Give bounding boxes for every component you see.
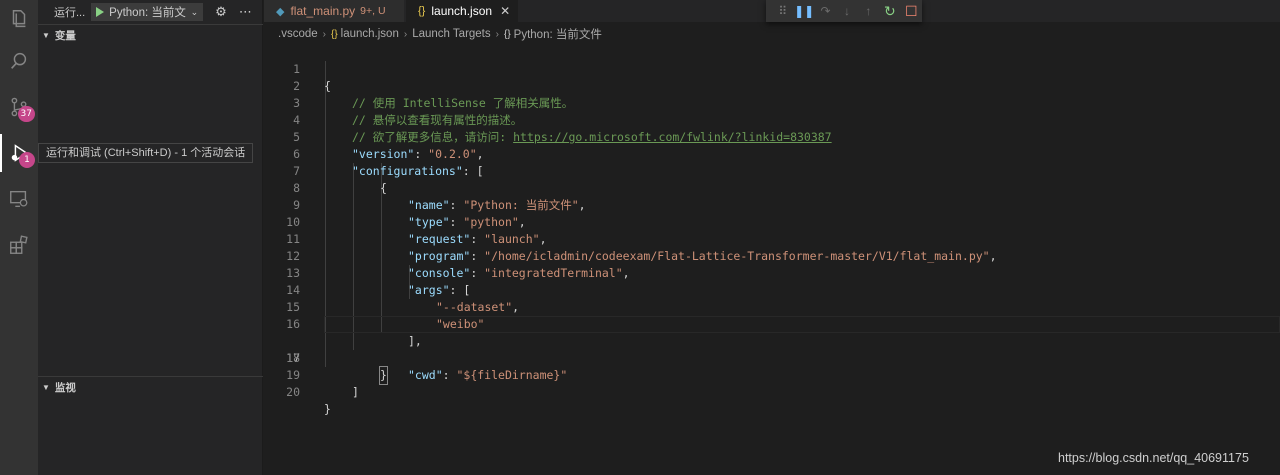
code-line: 19 ] [264, 350, 1280, 399]
scm-badge: 37 [17, 106, 35, 122]
code-line: 20 } [264, 367, 1280, 416]
breadcrumb-item[interactable]: .vscode [278, 28, 318, 40]
extensions-icon [10, 235, 28, 254]
code-line: 2 // 使用 IntelliSense 了解相关属性。 [264, 61, 1280, 110]
remote-explorer-button[interactable] [0, 180, 38, 218]
breadcrumb-item[interactable]: Launch Targets [412, 28, 490, 40]
pause-icon[interactable]: ❚❚ [793, 4, 814, 18]
start-debugging-icon[interactable] [96, 7, 105, 17]
gear-icon[interactable]: ⚙ [215, 4, 227, 20]
run-debug-button[interactable]: 1 [0, 134, 38, 172]
json-file-icon: {} [330, 28, 338, 40]
debug-toolbar: ⠿ ❚❚ ↷ ↓ ↑ ↻ ☐ [766, 0, 922, 22]
json-object-icon: {} [503, 28, 511, 40]
tab-launch-json[interactable]: {} launch.json ✕ [406, 0, 518, 22]
more-actions-icon[interactable]: ⋯ [239, 4, 252, 20]
debug-sidebar-header: 运行... Python: 当前文 ⌄ ⚙ ⋯ [38, 0, 263, 24]
code-line: 10 "request": "launch", [264, 197, 1280, 246]
breadcrumb-item[interactable]: Python: 当前文件 [514, 26, 602, 42]
code-line: 9 "type": "python", [264, 180, 1280, 229]
step-over-icon[interactable]: ↷ [815, 4, 836, 18]
tab-problem-status: 9+, U [360, 5, 386, 17]
run-debug-tooltip: 运行和调试 (Ctrl+Shift+D) - 1 个活动会话 [38, 143, 254, 163]
tab-flat-main[interactable]: ◆ flat_main.py 9+, U [264, 0, 404, 22]
code-editor[interactable]: 1 { 2 // 使用 IntelliSense 了解相关属性。 3 // 悬停… [264, 44, 1280, 475]
tab-label: launch.json [431, 4, 493, 18]
code-line: 13 "args": [ [264, 248, 1280, 297]
code-line-current: 17 "cwd": "${fileDirname}" [264, 316, 1280, 382]
watch-section-header[interactable]: ▼ 监视 [38, 376, 263, 398]
debug-badge: 1 [19, 152, 35, 168]
remote-monitor-icon [10, 190, 28, 208]
code-line: 18 } [264, 333, 1280, 385]
json-file-icon: {} [418, 5, 426, 17]
breadcrumb: .vscode › {} launch.json › Launch Target… [264, 24, 602, 44]
launch-config-select[interactable]: Python: 当前文 ⌄ [91, 3, 204, 21]
close-icon[interactable]: ✕ [500, 4, 510, 18]
variables-label: 变量 [54, 30, 76, 42]
restart-icon[interactable]: ↻ [879, 3, 900, 20]
launch-config-value: Python: 当前文 [109, 7, 186, 19]
watermark: https://blog.csdn.net/qq_40691175 [1058, 451, 1249, 465]
stop-icon[interactable]: ☐ [901, 3, 922, 20]
variables-section-header[interactable]: ▼ 变量 [38, 24, 263, 46]
code-line: 11 "program": "/home/icladmin/codeexam/F… [264, 214, 1280, 263]
step-into-icon[interactable]: ↓ [836, 4, 857, 18]
chevron-right-icon: › [495, 28, 499, 40]
chevron-down-icon: ⌄ [190, 6, 199, 17]
sidebar-title: 运行... [54, 7, 86, 19]
code-text: } [324, 402, 331, 416]
line-number: 20 [286, 385, 300, 399]
code-line: 5 "version": "0.2.0", [264, 112, 1280, 161]
tab-label: flat_main.py [290, 4, 356, 18]
step-out-icon[interactable]: ↑ [858, 4, 879, 18]
code-line: 14 "--dataset", [264, 265, 1280, 314]
code-line: 8 "name": "Python: 当前文件", [264, 163, 1280, 212]
code-line: 1 { [264, 44, 1280, 93]
activity-bar: 37 1 [0, 0, 38, 475]
explorer-button[interactable] [0, 0, 38, 38]
code-line: 4 // 欲了解更多信息，请访问: https://go.microsoft.c… [264, 95, 1280, 144]
code-line: 7 { [264, 146, 1280, 195]
code-line: 12 "console": "integratedTerminal", [264, 231, 1280, 280]
debug-sidebar: 运行... Python: 当前文 ⌄ ⚙ ⋯ ▼ 变量 ▼ 监视 [38, 0, 263, 475]
source-control-button[interactable]: 37 [0, 88, 38, 126]
search-icon [11, 52, 27, 69]
breadcrumb-item[interactable]: launch.json [341, 28, 399, 40]
code-line: 16 ], [264, 299, 1280, 348]
search-button[interactable] [0, 42, 38, 80]
files-icon [12, 10, 26, 28]
current-line-highlight [324, 316, 1280, 333]
python-file-icon: ◆ [276, 5, 285, 18]
chevron-down-icon: ▼ [42, 383, 50, 392]
chevron-down-icon: ▼ [42, 31, 50, 40]
code-text: ] [352, 385, 359, 399]
chevron-right-icon: › [403, 28, 408, 40]
drag-handle-icon[interactable]: ⠿ [772, 4, 793, 18]
chevron-right-icon: › [322, 28, 326, 40]
code-line: 3 // 悬停以查看现有属性的描述。 [264, 78, 1280, 127]
code-line: 6 "configurations": [ [264, 129, 1280, 178]
watch-label: 监视 [54, 382, 76, 394]
code-line: 15 "weibo" [264, 282, 1280, 331]
extensions-button[interactable] [0, 226, 38, 264]
